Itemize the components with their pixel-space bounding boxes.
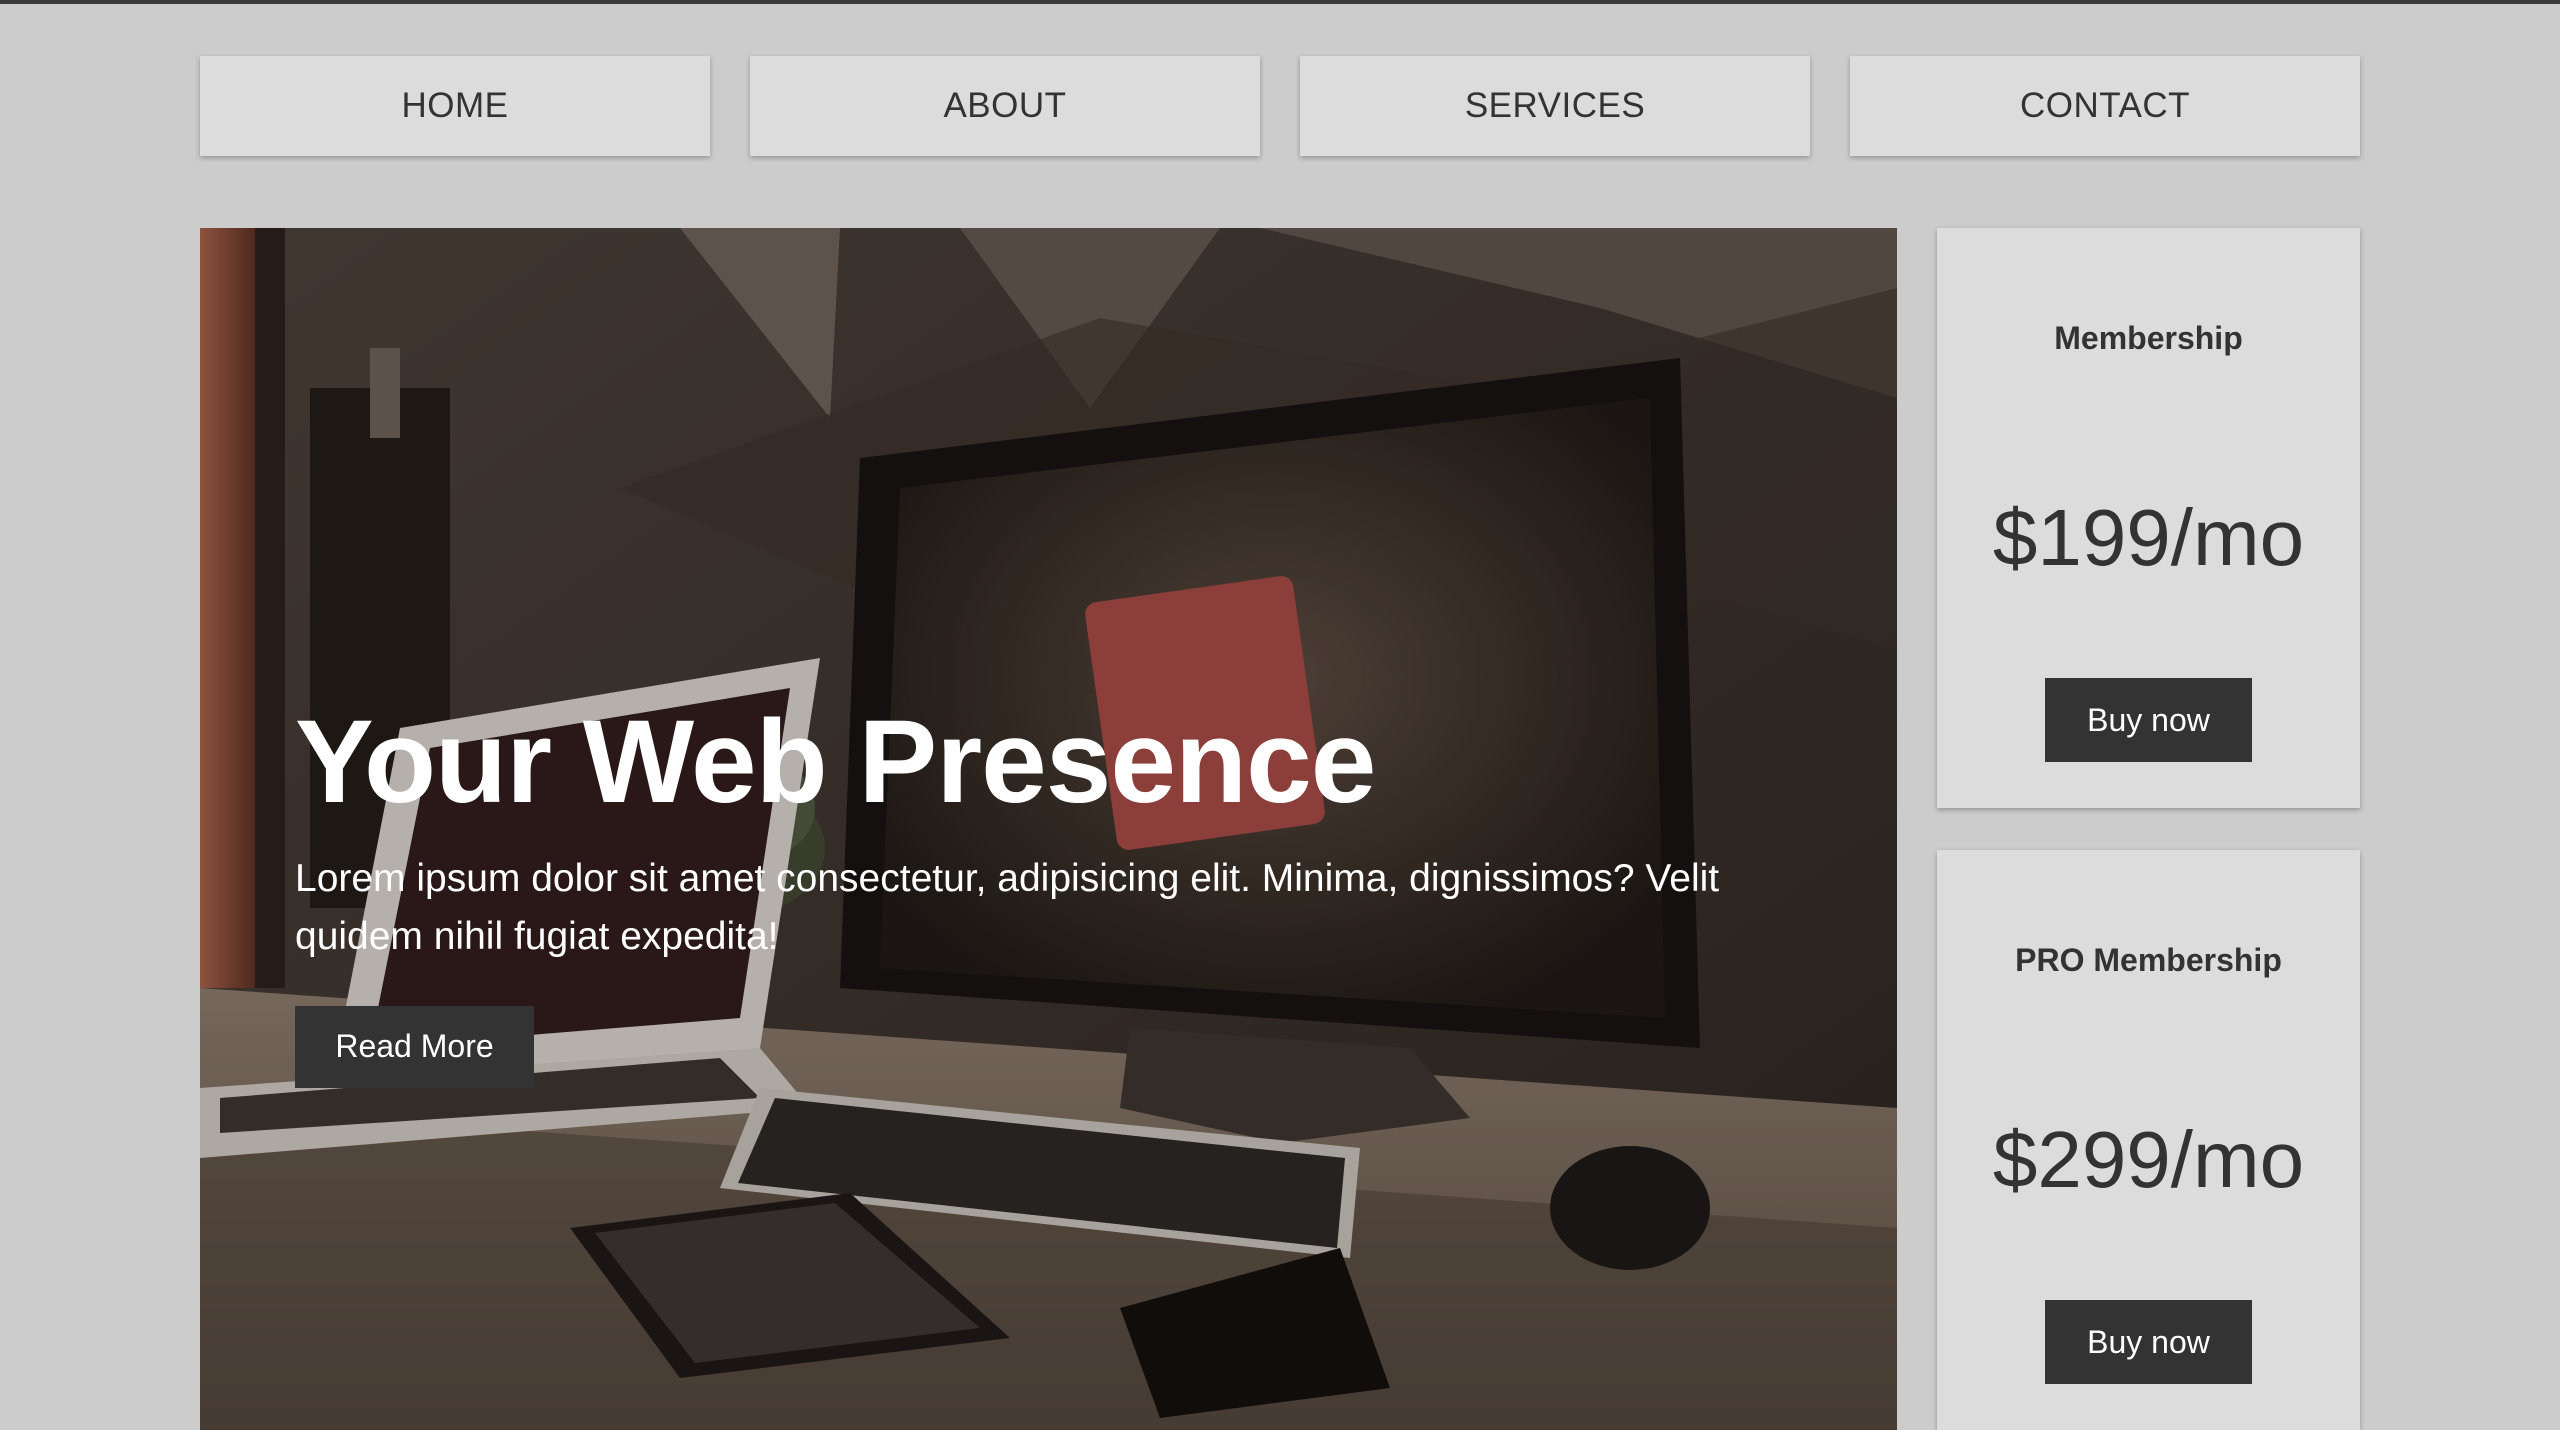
buy-now-button[interactable]: Buy now: [2045, 1300, 2252, 1384]
hero-description: Lorem ipsum dolor sit amet consectetur, …: [295, 856, 1720, 958]
membership-card: Membership $199/mo Buy now: [1937, 228, 2360, 808]
card-price: $299/mo: [1992, 1115, 2305, 1204]
main-nav: HOME ABOUT SERVICES CONTACT: [200, 56, 2360, 156]
nav-contact[interactable]: CONTACT: [1850, 56, 2360, 156]
nav-services[interactable]: SERVICES: [1300, 56, 1810, 156]
card-price: $199/mo: [1992, 493, 2305, 582]
hero-content: Your Web Presence Lorem ipsum dolor sit …: [295, 696, 1815, 1088]
nav-about[interactable]: ABOUT: [750, 56, 1260, 156]
pro-membership-card: PRO Membership $299/mo Buy now: [1937, 850, 2360, 1430]
read-more-button[interactable]: Read More: [295, 1005, 534, 1088]
buy-now-button[interactable]: Buy now: [2045, 678, 2252, 762]
card-title: Membership: [2054, 320, 2243, 356]
hero-title: Your Web Presence: [295, 696, 1376, 828]
nav-home[interactable]: HOME: [200, 56, 710, 156]
top-border: [0, 0, 2560, 4]
card-title: PRO Membership: [2015, 942, 2282, 978]
hero-section: Your Web Presence Lorem ipsum dolor sit …: [200, 228, 1897, 1430]
